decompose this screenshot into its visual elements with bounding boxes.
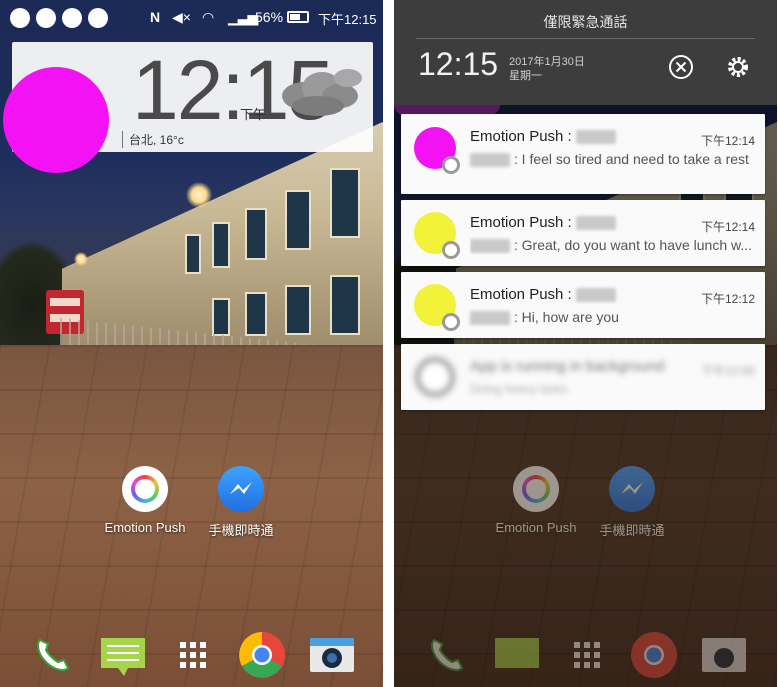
- notification-title: Emotion Push :: [470, 214, 616, 231]
- notification-title: Emotion Push :: [470, 286, 616, 303]
- settings-gear-icon[interactable]: [725, 54, 751, 80]
- phone-icon: [431, 638, 464, 671]
- notification-dot: [62, 8, 82, 28]
- shade-weekday: 星期一: [509, 70, 542, 82]
- app-drawer-icon[interactable]: [168, 630, 218, 680]
- app-label: Emotion Push: [104, 520, 186, 535]
- chrome-icon: [631, 632, 677, 678]
- status-bar: N ◀× ◠ ▁▃▅ 56% 下午12:15: [0, 0, 383, 34]
- notification-time: 下午12:14: [700, 220, 755, 234]
- messenger-icon: [609, 466, 655, 512]
- notification-title: Emotion Push :: [470, 128, 616, 145]
- app-badge-icon: [442, 313, 460, 331]
- app-badge-icon: [442, 241, 460, 259]
- emotion-push-app: Emotion Push: [486, 466, 586, 535]
- cloudy-weather-icon: [282, 69, 362, 116]
- camera-icon[interactable]: [307, 630, 357, 680]
- dock: [394, 630, 777, 686]
- notification-shade-header: 僅限緊急通話 12:15 2017年1月30日 星期一: [394, 0, 777, 105]
- home-screen: N ◀× ◠ ▁▃▅ 56% 下午12:15 12:15 下午 台北, 16°c…: [0, 0, 383, 687]
- app-label: Emotion Push: [495, 520, 577, 535]
- notification-screen: Emotion Push 手機即時通 僅限緊急通話 12:15 2017年1月3…: [394, 0, 777, 687]
- notification-title: App is running in background: [470, 358, 665, 375]
- emotion-push-icon: [513, 466, 559, 512]
- notification-body: : Great, do you want to have lunch w...: [470, 236, 753, 254]
- signal-icon: ▁▃▅: [228, 9, 258, 25]
- status-clock: 下午12:15: [318, 12, 377, 27]
- service-icon: [414, 356, 456, 398]
- messenger-app: 手機即時通: [582, 466, 682, 539]
- weather-location: 台北, 16°c: [122, 131, 184, 148]
- magenta-indicator: [3, 67, 109, 173]
- app-drawer-icon: [574, 642, 600, 668]
- notification-body: Doing heavy tasks: [470, 382, 569, 396]
- notification-body: : Hi, how are you: [470, 308, 753, 326]
- notification-dot: [88, 8, 108, 28]
- messages-icon[interactable]: [98, 630, 148, 680]
- battery-percent: 56%: [255, 9, 284, 25]
- wifi-icon: ◠: [202, 9, 215, 25]
- notification-card-background-service[interactable]: App is running in background 下午12:00 Doi…: [401, 344, 765, 410]
- app-badge-icon: [442, 156, 460, 174]
- notification-card[interactable]: Emotion Push : 下午12:12 : Hi, how are you: [401, 272, 765, 338]
- messenger-icon: [218, 466, 264, 512]
- clock-ampm: 下午: [240, 107, 267, 122]
- notification-dot: [36, 8, 56, 28]
- emotion-push-icon: [122, 466, 168, 512]
- phone-icon[interactable]: [28, 630, 78, 680]
- app-label: 手機即時通: [599, 523, 665, 538]
- app-label: 手機即時通: [208, 523, 274, 538]
- emergency-calls-only: 僅限緊急通話: [543, 14, 628, 30]
- camera-icon: [702, 638, 746, 672]
- notification-dot: [10, 8, 30, 28]
- emotion-push-app[interactable]: Emotion Push: [95, 466, 195, 535]
- shade-time: 12:15: [418, 46, 499, 82]
- battery-icon: [287, 11, 309, 23]
- notification-time: 下午12:14: [700, 134, 755, 148]
- nfc-icon: N: [150, 9, 161, 25]
- notification-card[interactable]: Emotion Push : 下午12:14 : I feel so tired…: [401, 114, 765, 194]
- notification-time: 下午12:12: [700, 292, 755, 306]
- clear-all-icon[interactable]: [668, 54, 694, 80]
- mute-icon: ◀×: [172, 9, 191, 25]
- notification-time: 下午12:00: [700, 364, 755, 378]
- messages-icon: [495, 638, 539, 668]
- messenger-app[interactable]: 手機即時通: [191, 466, 291, 539]
- notification-card[interactable]: Emotion Push : 下午12:14 : Great, do you w…: [401, 200, 765, 266]
- chrome-icon[interactable]: [237, 630, 287, 680]
- notification-body: : I feel so tired and need to take a res…: [470, 150, 753, 168]
